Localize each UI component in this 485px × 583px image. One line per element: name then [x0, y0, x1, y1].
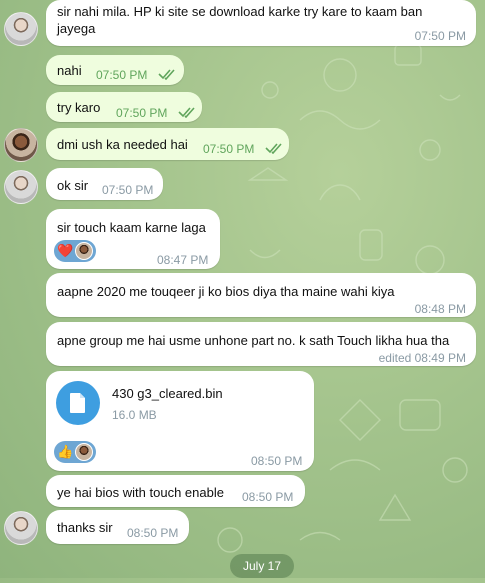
message-text: sir touch kaam karne laga [57, 220, 206, 235]
avatar[interactable] [4, 128, 38, 162]
reaction-badge[interactable]: 👍 [54, 441, 96, 463]
message-bubble: ok sir 07:50 PM [46, 168, 163, 200]
message-bubble: aapne 2020 me touqeer ji ko bios diya th… [46, 273, 476, 317]
message-time: 07:50 PM [203, 142, 255, 156]
read-checkmarks-icon [265, 143, 282, 154]
message-text: nahi [57, 63, 82, 78]
message-text: try karo [57, 100, 101, 115]
file-name[interactable]: 430 g3_cleared.bin [112, 385, 223, 402]
message-bubble-outgoing: dmi ush ka needed hai 07:50 PM [46, 128, 289, 160]
file-message-bubble[interactable]: 430 g3_cleared.bin 16.0 MB 👍 08:50 PM [46, 371, 314, 471]
message-bubble: sir touch kaam karne laga ❤️ 08:47 PM [46, 209, 220, 269]
reaction-badge[interactable]: ❤️ [54, 240, 96, 262]
message-time: 07:50 PM [102, 183, 154, 197]
file-icon[interactable] [56, 381, 100, 425]
message-time: 08:50 PM [127, 526, 179, 540]
avatar[interactable] [4, 170, 38, 204]
message-time: edited 08:49 PM [378, 351, 466, 365]
message-time: 08:48 PM [414, 302, 466, 316]
message-bubble: sir nahi mila. HP ki site se download ka… [46, 0, 476, 46]
message-text: apne group me hai usme unhone part no. k… [57, 333, 450, 348]
message-text: dmi ush ka needed hai [57, 137, 188, 152]
heart-icon: ❤️ [57, 243, 74, 258]
message-text: ok sir [57, 178, 89, 193]
message-bubble-outgoing: try karo 07:50 PM [46, 92, 202, 122]
message-time: 08:50 PM [242, 490, 294, 504]
message-time: 07:50 PM [96, 68, 148, 82]
message-text: ye hai bios with touch enable [57, 485, 224, 500]
message-bubble-outgoing: nahi 07:50 PM [46, 55, 184, 85]
avatar[interactable] [4, 511, 38, 545]
read-checkmarks-icon [158, 69, 175, 80]
date-separator: July 17 [230, 554, 294, 578]
message-text: sir nahi mila. HP ki site se download ka… [57, 4, 426, 36]
message-time: 08:47 PM [157, 253, 209, 267]
read-checkmarks-icon [178, 107, 195, 118]
message-time: 07:50 PM [414, 29, 466, 43]
message-time: 08:50 PM [251, 454, 303, 468]
avatar[interactable] [4, 12, 38, 46]
message-text: aapne 2020 me touqeer ji ko bios diya th… [57, 284, 395, 299]
reactor-avatar [75, 443, 93, 461]
file-size: 16.0 MB [112, 408, 157, 422]
message-bubble: apne group me hai usme unhone part no. k… [46, 322, 476, 366]
message-time: 07:50 PM [116, 106, 168, 120]
message-bubble: ye hai bios with touch enable 08:50 PM [46, 475, 305, 507]
reactor-avatar [75, 242, 93, 260]
message-bubble: thanks sir 08:50 PM [46, 510, 189, 544]
message-text: thanks sir [57, 520, 113, 535]
thumbs-up-icon: 👍 [57, 444, 74, 459]
